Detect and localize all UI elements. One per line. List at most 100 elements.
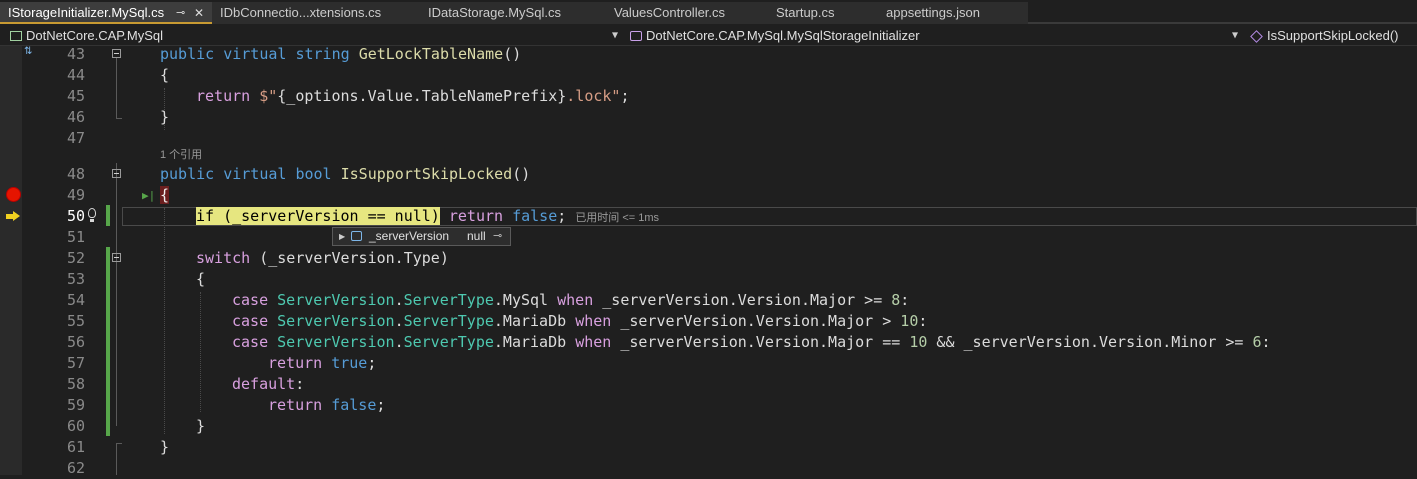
keyword-return: return bbox=[268, 354, 323, 372]
line-number: 62 bbox=[66, 459, 85, 477]
project-dropdown[interactable]: DotNetCore.CAP.MySql bbox=[10, 26, 163, 45]
keyword-when: when bbox=[557, 291, 594, 309]
tab-idatastorage[interactable]: IDataStorage.MySql.cs bbox=[420, 2, 606, 24]
dot: . bbox=[394, 312, 404, 330]
code-line-43[interactable]: 43 public virtual string GetLockTableNam… bbox=[0, 44, 1417, 65]
code-line-53[interactable]: 53 { bbox=[0, 269, 1417, 290]
code-line-59[interactable]: 59 return false; bbox=[0, 395, 1417, 416]
tab-label: Startup.cs bbox=[776, 5, 835, 20]
enum-member: .MySql bbox=[493, 291, 549, 309]
type-name: ServerVersion bbox=[277, 333, 395, 351]
keyword-return: return bbox=[268, 396, 323, 414]
pin-icon[interactable]: ⊸ bbox=[493, 228, 502, 245]
code-line-55[interactable]: 55 case ServerVersion.ServerType.MariaDb… bbox=[0, 311, 1417, 332]
instruction-pointer-arrow-icon[interactable] bbox=[6, 211, 20, 221]
line-number: 49 bbox=[66, 186, 85, 204]
line-number: 61 bbox=[66, 438, 85, 456]
line-number: 47 bbox=[66, 129, 85, 147]
expand-arrow-icon[interactable]: ▶ bbox=[339, 228, 345, 245]
collapse-icon[interactable] bbox=[112, 49, 121, 58]
breakpoint-icon[interactable] bbox=[7, 188, 20, 201]
keyword-when: when bbox=[575, 312, 612, 330]
code-line-50[interactable]: 50 if (_serverVersion == null) return fa… bbox=[0, 206, 1417, 227]
tab-label: IStorageInitializer.MySql.cs bbox=[8, 5, 165, 20]
code-line-46[interactable]: 46 } bbox=[0, 107, 1417, 128]
line-number: 59 bbox=[66, 396, 85, 414]
line-number: 55 bbox=[66, 312, 85, 330]
code-line-60[interactable]: 60 } bbox=[0, 416, 1417, 437]
condition: _serverVersion.Version.Major > bbox=[611, 312, 901, 330]
member-dropdown[interactable]: IsSupportSkipLocked() bbox=[1250, 26, 1399, 45]
keyword-bool: bool bbox=[295, 165, 332, 183]
keyword-when: when bbox=[575, 333, 612, 351]
collapse-icon[interactable] bbox=[112, 253, 121, 262]
keyword-return: return bbox=[196, 87, 251, 105]
code-editor[interactable]: ⇅ 43 public virtual string GetLockTableN… bbox=[0, 44, 1417, 477]
line-number: 58 bbox=[66, 375, 85, 393]
string-end: .lock" bbox=[566, 87, 621, 105]
semicolon: ; bbox=[376, 396, 386, 414]
lightbulb-icon[interactable] bbox=[88, 208, 96, 222]
code-line-51[interactable]: 51 bbox=[0, 227, 1417, 248]
colon: : bbox=[295, 375, 305, 393]
line-number: 46 bbox=[66, 108, 85, 126]
line-number: 56 bbox=[66, 333, 85, 351]
keyword-string: string bbox=[295, 45, 350, 63]
type-name: ServerVersion bbox=[277, 312, 395, 330]
type-dropdown[interactable]: DotNetCore.CAP.MySql.MySqlStorageInitial… bbox=[630, 26, 920, 45]
number: 6 bbox=[1252, 333, 1262, 351]
number: 10 bbox=[900, 312, 919, 330]
code-line-52[interactable]: 52 switch (_serverVersion.Type) bbox=[0, 248, 1417, 269]
code-line-61[interactable]: 61 } bbox=[0, 437, 1417, 458]
close-icon[interactable]: ✕ bbox=[194, 2, 204, 22]
number: 10 bbox=[909, 333, 928, 351]
code-line-54[interactable]: 54 case ServerVersion.ServerType.MySql w… bbox=[0, 290, 1417, 311]
tab-valuescontroller[interactable]: ValuesController.cs bbox=[606, 2, 768, 24]
keyword-case: case bbox=[232, 333, 269, 351]
code-line-44[interactable]: 44 { bbox=[0, 65, 1417, 86]
keyword-virtual: virtual bbox=[223, 45, 287, 63]
method-name: IsSupportSkipLocked bbox=[340, 165, 513, 183]
line-number: 57 bbox=[66, 354, 85, 372]
colon: : bbox=[900, 291, 910, 309]
tab-label: IDataStorage.MySql.cs bbox=[428, 5, 561, 20]
keyword-false: false bbox=[331, 396, 377, 414]
tab-appsettings[interactable]: appsettings.json bbox=[878, 2, 1028, 24]
navigation-bar: DotNetCore.CAP.MySql ▼ DotNetCore.CAP.My… bbox=[0, 24, 1417, 46]
number: 8 bbox=[891, 291, 901, 309]
tab-istorageinitializer[interactable]: IStorageInitializer.MySql.cs ⊸ ✕ bbox=[0, 2, 212, 24]
tab-label: IDbConnectio...xtensions.cs bbox=[220, 5, 382, 20]
chevron-down-icon[interactable]: ▼ bbox=[612, 26, 618, 45]
semicolon: ; bbox=[620, 87, 630, 105]
debugger-datatip[interactable]: ▶ _serverVersion null ⊸ bbox=[332, 227, 511, 246]
type-label: DotNetCore.CAP.MySql.MySqlStorageInitial… bbox=[646, 28, 920, 43]
enum-member: .MariaDb bbox=[493, 333, 567, 351]
dot: . bbox=[394, 291, 404, 309]
collapse-icon[interactable] bbox=[112, 169, 121, 178]
chevron-down-icon[interactable]: ▼ bbox=[1232, 26, 1238, 45]
code-line-49[interactable]: 49 ▶| { bbox=[0, 185, 1417, 206]
keyword-false: false bbox=[512, 207, 558, 225]
open-brace: { bbox=[160, 66, 170, 84]
perf-tip: 已用时间 <= 1ms bbox=[575, 212, 660, 224]
code-line-56[interactable]: 56 case ServerVersion.ServerType.MariaDb… bbox=[0, 332, 1417, 353]
run-to-cursor-icon[interactable]: ▶| bbox=[142, 185, 155, 206]
tab-label: appsettings.json bbox=[886, 5, 980, 20]
code-line-47[interactable]: 47 bbox=[0, 128, 1417, 149]
keyword-case: case bbox=[232, 312, 269, 330]
code-line-62[interactable]: 62 bbox=[0, 458, 1417, 479]
semicolon: ; bbox=[367, 354, 377, 372]
pin-icon[interactable]: ⊸ bbox=[176, 2, 185, 22]
code-lens-references[interactable]: 1 个引用 bbox=[160, 148, 202, 162]
datatip-value[interactable]: null bbox=[467, 228, 486, 245]
tab-startup[interactable]: Startup.cs bbox=[768, 2, 878, 24]
keyword-switch: switch bbox=[196, 249, 251, 267]
line-number: 52 bbox=[66, 249, 85, 267]
open-brace: { bbox=[196, 270, 206, 288]
tab-idbconnection-extensions[interactable]: IDbConnectio...xtensions.cs bbox=[212, 2, 420, 24]
code-line-57[interactable]: 57 return true; bbox=[0, 353, 1417, 374]
code-line-58[interactable]: 58 default: bbox=[0, 374, 1417, 395]
code-line-48[interactable]: 48 public virtual bool IsSupportSkipLock… bbox=[0, 164, 1417, 185]
enum-member: .MariaDb bbox=[493, 312, 567, 330]
code-line-45[interactable]: 45 return $"{_options.Value.TableNamePre… bbox=[0, 86, 1417, 107]
